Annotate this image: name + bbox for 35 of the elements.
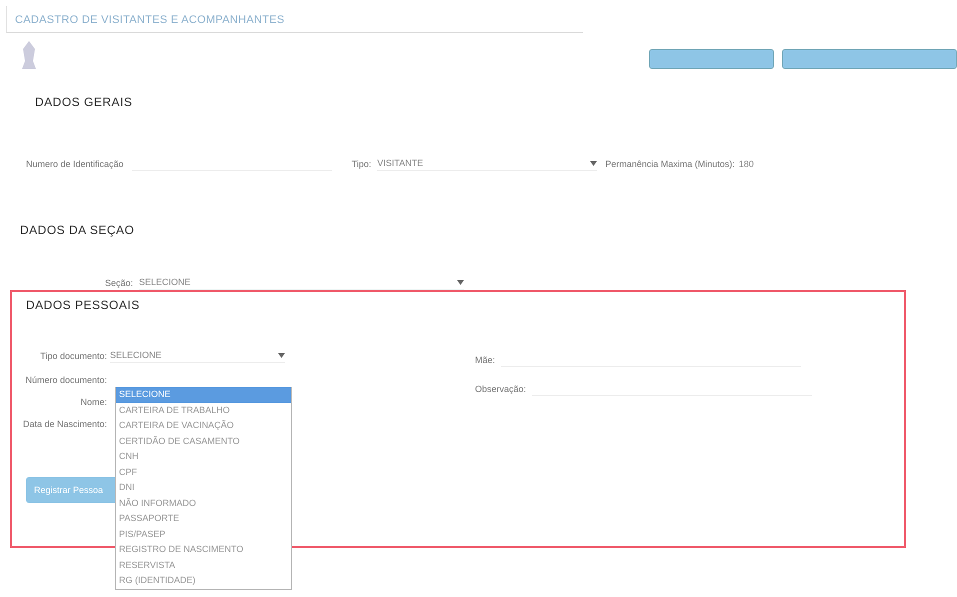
caret-icon [457,280,464,284]
field-value: 180 [738,158,754,168]
dropdown-option[interactable]: PASSAPORTE [116,511,291,526]
dropdown-option[interactable]: SELECIONE [116,387,291,402]
section-heading: DADOS DA SEÇAO [20,223,136,237]
field-label: Data de Nascimento: [22,419,108,429]
section-heading: DADOS PESSOAIS [26,298,141,312]
dropdown-option[interactable]: CARTEIRA DE VACINAÇÃO [116,418,291,434]
field-label: Nome: [79,397,108,407]
dropdown-option[interactable]: CNH [116,449,291,464]
dropdown-option[interactable]: CARTEIRA DE TRABALHO [116,402,291,418]
field-label: Mãe: [475,354,496,364]
dropdown-option[interactable]: RESERVISTA [116,558,291,573]
dropdown-option[interactable]: PIS/PASEP [116,526,291,542]
dropdown-option[interactable]: CPF [116,464,291,480]
field-label: Tipo: [352,158,372,168]
caret-icon [278,352,285,358]
logo-icon [20,39,38,71]
dropdown-option[interactable]: REGISTRO DE NASCIMENTO [116,542,291,558]
select-field[interactable]: SELECIONE [110,348,285,363]
select-field[interactable]: VISITANTE [377,156,598,171]
field-label: Seção: [105,278,134,288]
field-label: Numero de Identificação [26,158,124,168]
action-button[interactable] [649,49,774,69]
dropdown-option[interactable]: CERTIDÃO DE CASAMENTO [116,434,291,449]
field-label: Número documento: [24,375,108,385]
field-label: Tipo documento: [39,350,108,360]
select-field[interactable]: SELECIONE [139,275,464,290]
page-title: CADASTRO DE VISITANTES E ACOMPANHANTES [15,14,285,26]
field-label: Observação: [475,384,526,394]
field-label: Permanência Maxima (Minutos): [605,158,735,168]
dropdown-option[interactable]: RG (IDENTIDADE) [116,573,291,588]
section-heading: DADOS GERAIS [35,95,134,109]
action-button[interactable] [782,49,957,69]
caret-icon [590,160,598,166]
